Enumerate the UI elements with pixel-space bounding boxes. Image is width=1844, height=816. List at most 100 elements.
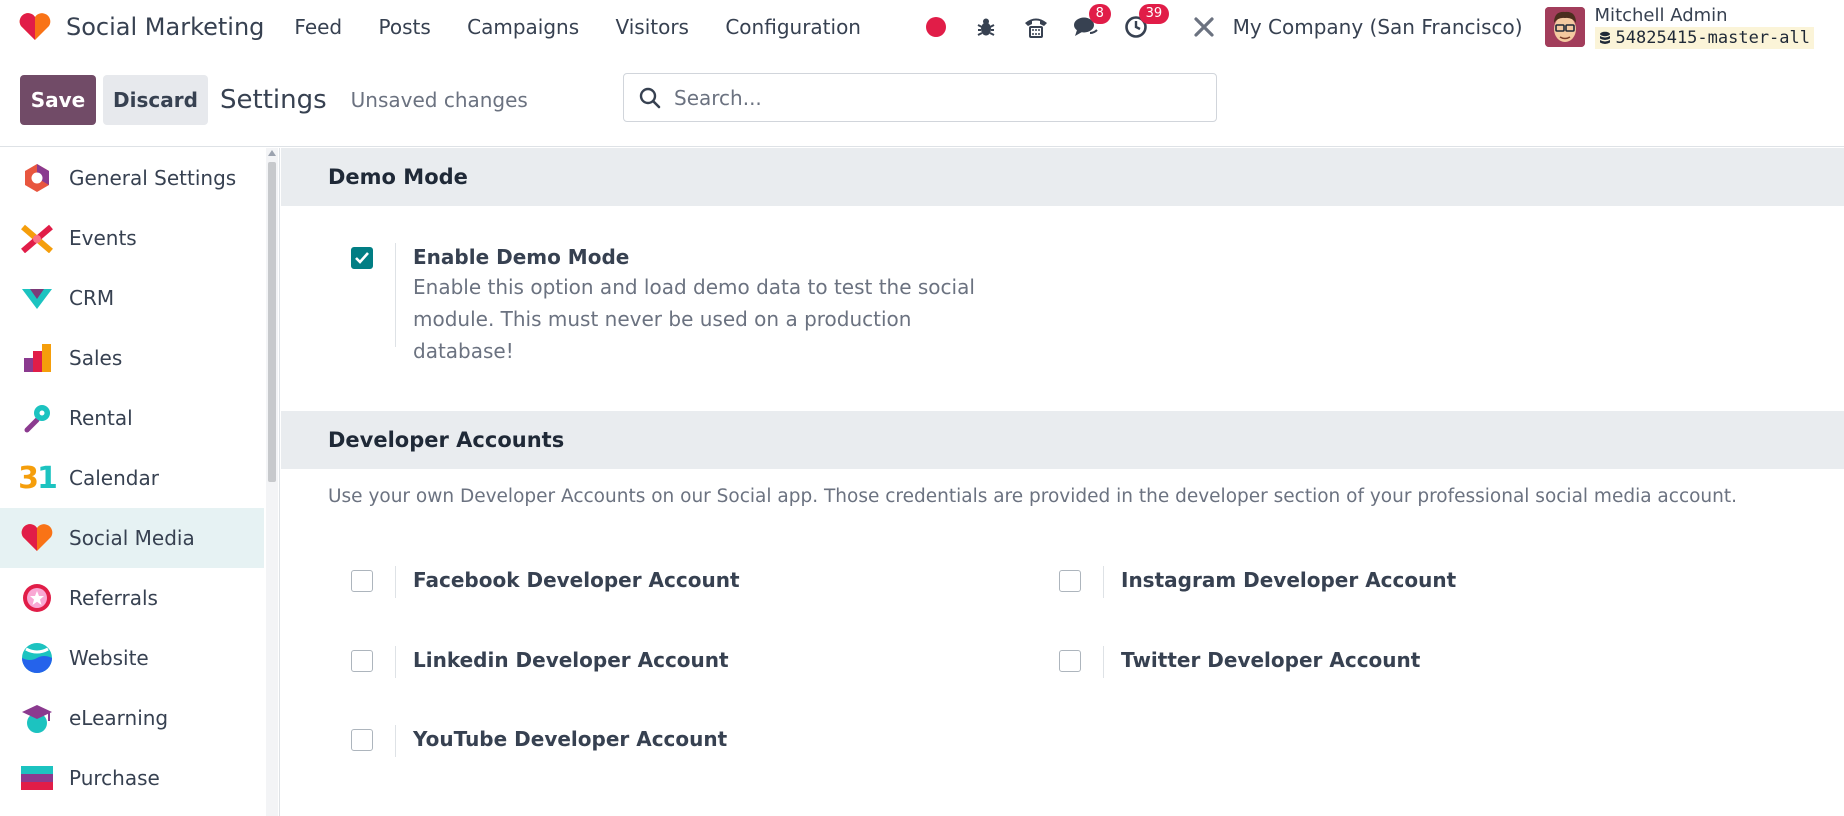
linkedin-developer-account-setting: Linkedin Developer Account	[351, 646, 729, 678]
phone-icon[interactable]	[1021, 12, 1051, 42]
menu-visitors[interactable]: Visitors	[615, 15, 689, 39]
search-input[interactable]	[674, 85, 1194, 110]
menu-campaigns[interactable]: Campaigns	[467, 15, 579, 39]
menu-configuration[interactable]: Configuration	[725, 15, 861, 39]
messages-badge: 8	[1088, 4, 1111, 24]
social-media-icon	[20, 521, 54, 555]
sidebar-item-label: Rental	[69, 406, 133, 430]
developer-accounts-intro: Use your own Developer Accounts on our S…	[328, 486, 1738, 507]
app-name: Social Marketing	[66, 13, 265, 41]
youtube-developer-account-checkbox[interactable]	[351, 729, 373, 751]
navbar-systray: 8 39 My Company (San Francisco) Mitchell…	[921, 0, 1844, 54]
sidebar-item-purchase[interactable]: Purchase	[0, 748, 264, 808]
sidebar-item-sales[interactable]: Sales	[0, 328, 264, 388]
enable-demo-mode-label[interactable]: Enable Demo Mode	[413, 243, 1003, 271]
activities-badge: 39	[1138, 4, 1170, 24]
instagram-developer-account-checkbox[interactable]	[1059, 570, 1081, 592]
twitter-developer-account-setting: Twitter Developer Account	[1059, 646, 1420, 678]
demo-mode-setting: Enable Demo Mode Enable this option and …	[351, 243, 1003, 367]
app-brand[interactable]: Social Marketing	[18, 12, 294, 42]
recording-icon[interactable]	[921, 12, 951, 42]
setting-divider	[395, 243, 396, 347]
demo-mode-heading: Demo Mode	[281, 148, 1844, 206]
sidebar-item-crm[interactable]: CRM	[0, 268, 264, 328]
setting-divider	[395, 725, 396, 757]
menu-feed[interactable]: Feed	[294, 15, 342, 39]
sidebar-item-label: eLearning	[69, 706, 169, 730]
app-list: General Settings Events CRM Sales Rental	[0, 148, 264, 808]
sales-icon	[20, 341, 54, 375]
setting-divider	[395, 566, 396, 598]
instagram-developer-account-setting: Instagram Developer Account	[1059, 566, 1456, 598]
database-name: 54825415-master-all	[1594, 27, 1814, 49]
sidebar-item-label: Social Media	[69, 526, 195, 550]
sidebar-item-referrals[interactable]: Referrals	[0, 568, 264, 628]
control-panel: Save Discard Settings Unsaved changes	[0, 54, 1844, 147]
tools-icon[interactable]	[1189, 12, 1219, 42]
sidebar-item-website[interactable]: Website	[0, 628, 264, 688]
sidebar-item-label: Purchase	[69, 766, 160, 790]
linkedin-developer-account-label[interactable]: Linkedin Developer Account	[413, 646, 729, 678]
linkedin-developer-account-checkbox[interactable]	[351, 650, 373, 672]
debug-bug-icon[interactable]	[971, 12, 1001, 42]
youtube-developer-account-setting: YouTube Developer Account	[351, 725, 727, 757]
main-menu: Feed Posts Campaigns Visitors Configurat…	[294, 15, 891, 39]
settings-content: Demo Mode Enable Demo Mode Enable this o…	[281, 148, 1844, 816]
sidebar-item-label: Events	[69, 226, 137, 250]
twitter-developer-account-checkbox[interactable]	[1059, 650, 1081, 672]
sidebar-item-label: CRM	[69, 286, 115, 310]
calendar-icon-text: 31	[18, 460, 58, 496]
social-marketing-logo-icon	[19, 13, 51, 41]
page-title: Settings	[220, 85, 327, 115]
sidebar-item-label: Website	[69, 646, 149, 670]
settings-search-box[interactable]	[623, 73, 1217, 122]
facebook-developer-account-checkbox[interactable]	[351, 570, 373, 592]
facebook-developer-account-label[interactable]: Facebook Developer Account	[413, 566, 740, 598]
sidebar-scrollbar[interactable]	[266, 148, 278, 816]
messages-icon[interactable]: 8	[1071, 4, 1111, 42]
discard-button[interactable]: Discard	[103, 75, 208, 125]
facebook-developer-account-setting: Facebook Developer Account	[351, 566, 740, 598]
elearning-icon	[20, 701, 54, 735]
scroll-up-arrow-icon[interactable]	[268, 150, 276, 156]
unsaved-changes-indicator: Unsaved changes	[350, 88, 528, 112]
sidebar-item-elearning[interactable]: eLearning	[0, 688, 264, 748]
youtube-developer-account-label[interactable]: YouTube Developer Account	[413, 725, 727, 757]
enable-demo-mode-description: Enable this option and load demo data to…	[413, 275, 975, 363]
sidebar-item-label: Sales	[69, 346, 123, 370]
sidebar-item-calendar[interactable]: 31 Calendar	[0, 448, 264, 508]
database-icon	[1599, 31, 1610, 44]
sidebar-item-rental[interactable]: Rental	[0, 388, 264, 448]
user-avatar[interactable]	[1544, 7, 1585, 47]
database-label: 54825415-master-all	[1615, 28, 1810, 48]
instagram-developer-account-label[interactable]: Instagram Developer Account	[1121, 566, 1456, 598]
company-switcher[interactable]: My Company (San Francisco)	[1233, 15, 1523, 39]
scrollbar-thumb[interactable]	[268, 162, 276, 482]
sidebar-item-social-media[interactable]: Social Media	[0, 508, 264, 568]
setting-divider	[395, 646, 396, 678]
purchase-icon	[20, 761, 54, 795]
sidebar-item-events[interactable]: Events	[0, 208, 264, 268]
sidebar-item-label: Referrals	[69, 586, 158, 610]
checkmark-icon	[355, 252, 369, 264]
user-name: Mitchell Admin	[1594, 5, 1728, 26]
calendar-icon: 31	[18, 460, 58, 496]
top-navbar: Social Marketing Feed Posts Campaigns Vi…	[0, 0, 1844, 54]
sidebar-item-label: Calendar	[69, 466, 159, 490]
rental-icon	[20, 401, 54, 435]
save-button[interactable]: Save	[20, 75, 96, 125]
twitter-developer-account-label[interactable]: Twitter Developer Account	[1121, 646, 1420, 678]
menu-posts[interactable]: Posts	[378, 15, 430, 39]
setting-divider	[1103, 566, 1104, 598]
setting-divider	[1103, 646, 1104, 678]
enable-demo-mode-checkbox[interactable]	[351, 247, 373, 269]
search-icon	[639, 87, 661, 108]
sidebar-item-general-settings[interactable]: General Settings	[0, 148, 264, 208]
website-icon	[20, 641, 54, 675]
general-settings-icon	[20, 161, 54, 195]
crm-icon	[20, 281, 54, 315]
user-menu[interactable]: Mitchell Admin 54825415-master-all	[1594, 5, 1814, 49]
activities-clock-icon[interactable]: 39	[1121, 4, 1170, 42]
settings-sidebar: General Settings Events CRM Sales Rental	[0, 148, 280, 816]
events-icon	[20, 221, 54, 255]
